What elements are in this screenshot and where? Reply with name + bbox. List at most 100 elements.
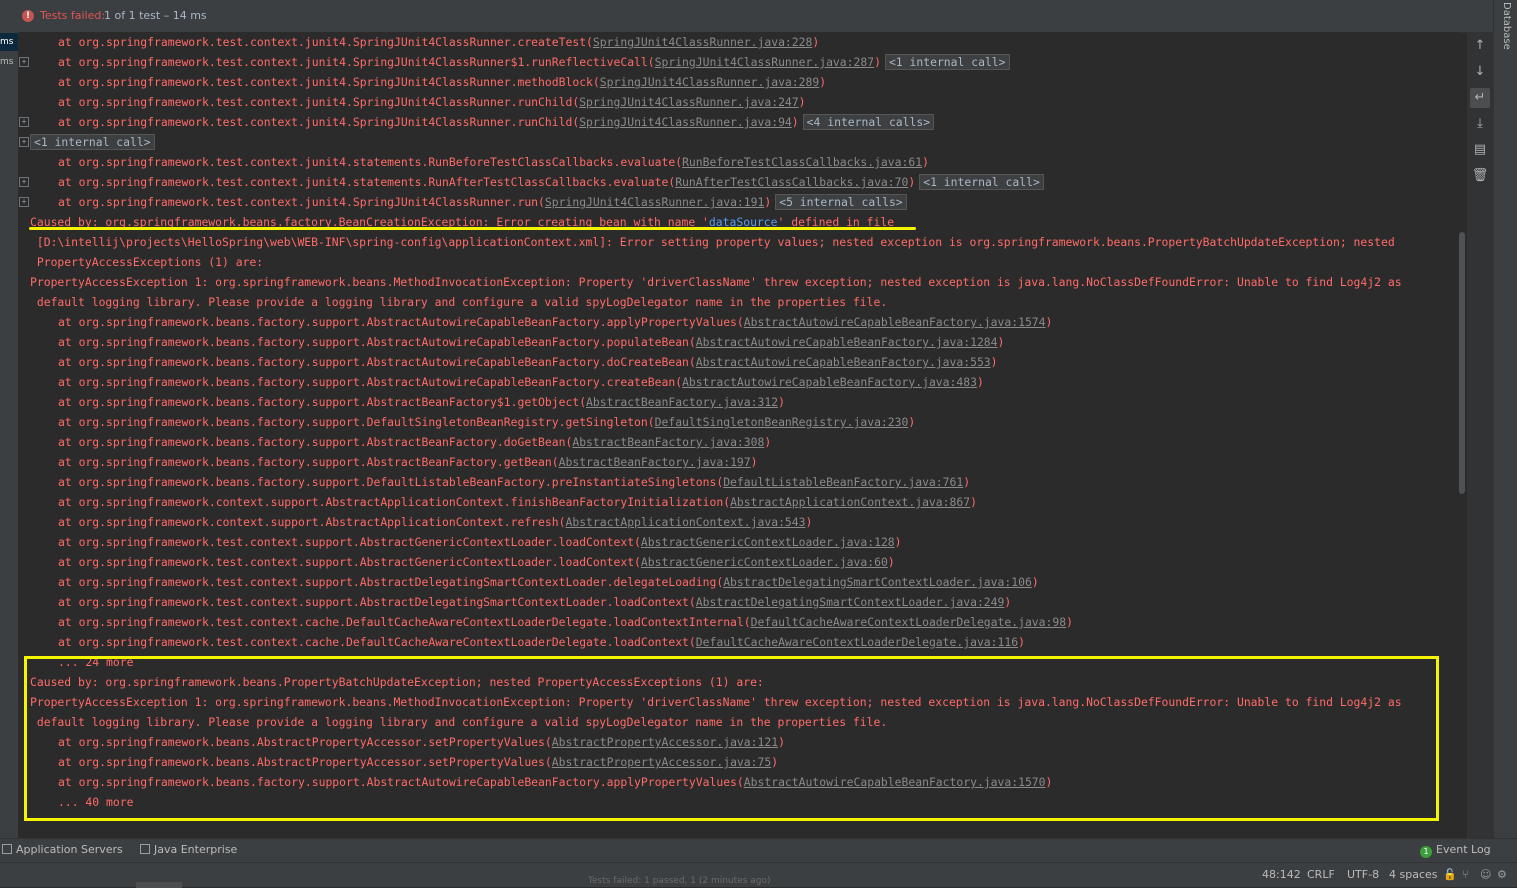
source-link[interactable]: AbstractBeanFactory.java:197 — [559, 455, 751, 469]
event-log-tab[interactable]: 1 Event Log — [1420, 843, 1491, 858]
source-link[interactable]: SpringJUnit4ClassRunner.java:191 — [545, 195, 764, 209]
up-arrow-icon[interactable]: ↑ — [1470, 36, 1490, 56]
application-servers-tab[interactable]: Application Servers — [2, 843, 123, 856]
source-link[interactable]: AbstractGenericContextLoader.java:60 — [641, 555, 888, 569]
console-text: at org.springframework.test.context.juni… — [58, 35, 593, 49]
console-text-suffix: ) — [887, 555, 895, 569]
console-text: at org.springframework.context.support.A… — [58, 515, 566, 529]
source-link[interactable]: AbstractAutowireCapableBeanFactory.java:… — [682, 375, 977, 389]
console-line: at org.springframework.test.context.supp… — [18, 552, 895, 572]
source-link[interactable]: AbstractAutowireCapableBeanFactory.java:… — [696, 335, 998, 349]
console-line: at org.springframework.test.context.supp… — [18, 532, 902, 552]
git-icon[interactable]: ⑂ — [1462, 868, 1469, 881]
internal-calls-fold[interactable]: <1 internal call> — [884, 54, 1010, 70]
console-text: at org.springframework.test.context.supp… — [58, 595, 696, 609]
source-link[interactable]: DefaultCacheAwareContextLoaderDelegate.j… — [696, 635, 1018, 649]
print-icon[interactable]: ▤ — [1470, 140, 1490, 160]
console-text-suffix: ) — [922, 155, 929, 169]
source-link[interactable]: AbstractApplicationContext.java:867 — [730, 495, 970, 509]
console-text-suffix: ) — [908, 415, 916, 429]
console-text-suffix: ) — [976, 375, 984, 389]
source-link[interactable]: AbstractDelegatingSmartContextLoader.jav… — [696, 595, 1005, 609]
console-text: at org.springframework.test.context.supp… — [58, 575, 724, 589]
console-text: at org.springframework.beans.factory.sup… — [58, 335, 696, 349]
console-text-suffix: ) — [1031, 575, 1039, 589]
internal-calls-fold[interactable]: <1 internal call> — [30, 134, 155, 150]
database-tab[interactable]: Database — [1497, 2, 1515, 54]
internal-calls-fold[interactable]: <5 internal calls> — [775, 194, 907, 210]
fold-expand-icon[interactable]: + — [19, 117, 29, 127]
server-icon — [2, 844, 12, 854]
fold-expand-icon[interactable]: + — [19, 57, 29, 67]
internal-calls-fold[interactable]: <4 internal calls> — [802, 114, 935, 130]
source-link[interactable]: RunAfterTestClassCallbacks.java:70 — [675, 175, 908, 189]
console-line: PropertyAccessExceptions (1) are: — [18, 252, 263, 272]
down-arrow-icon[interactable]: ↓ — [1470, 62, 1490, 82]
scroll-to-end-icon[interactable]: ⤓ — [1470, 114, 1490, 134]
source-link[interactable]: SpringJUnit4ClassRunner.java:94 — [579, 115, 792, 129]
console-line: [D:\intellij\projects\HelloSpring\web\WE… — [18, 232, 1395, 252]
source-link[interactable]: AbstractBeanFactory.java:312 — [586, 395, 778, 409]
test-status-bar: ! Tests failed: 1 of 1 test – 14 ms — [0, 0, 1493, 33]
source-link[interactable]: AbstractBeanFactory.java:308 — [572, 435, 764, 449]
console-line: at org.springframework.context.support.A… — [18, 492, 977, 512]
console-line: at org.springframework.test.context.juni… — [18, 152, 929, 172]
console-line: at org.springframework.test.context.cach… — [18, 632, 1025, 652]
console-text: at org.springframework.test.context.cach… — [58, 635, 696, 649]
trash-icon[interactable]: 🗑 — [1470, 166, 1490, 186]
source-link[interactable]: SpringJUnit4ClassRunner.java:289 — [600, 75, 819, 89]
source-link[interactable]: AbstractAutowireCapableBeanFactory.java:… — [744, 315, 1046, 329]
console-text: at org.springframework.beans.factory.sup… — [58, 435, 573, 449]
console-line: at org.springframework.test.context.cach… — [18, 612, 1073, 632]
test-tree-item[interactable]: ms — [0, 53, 18, 71]
internal-calls-fold[interactable]: <1 internal call> — [919, 174, 1044, 190]
java-enterprise-tab[interactable]: Java Enterprise — [140, 843, 237, 856]
test-tree-item[interactable]: ms — [0, 33, 18, 51]
fold-expand-icon[interactable]: + — [19, 177, 29, 187]
console-text-suffix: ) — [894, 535, 902, 549]
console-toolbar: ↑ ↓ ↵ ⤓ ▤ 🗑 — [1467, 32, 1493, 838]
console-line: at org.springframework.beans.factory.sup… — [18, 412, 915, 432]
line-separator[interactable]: CRLF — [1307, 868, 1335, 881]
source-link[interactable]: RunBeforeTestClassCallbacks.java:61 — [682, 155, 922, 169]
console-line: at org.springframework.beans.factory.sup… — [18, 432, 771, 452]
source-link[interactable]: SpringJUnit4ClassRunner.java:247 — [579, 95, 798, 109]
source-link[interactable]: SpringJUnit4ClassRunner.java:287 — [655, 55, 874, 69]
console-text: at org.springframework.beans.factory.sup… — [58, 455, 559, 469]
source-link[interactable]: DefaultListableBeanFactory.java:761 — [723, 475, 963, 489]
source-link[interactable]: AbstractAutowireCapableBeanFactory.java:… — [696, 355, 991, 369]
source-link[interactable]: DefaultCacheAwareContextLoaderDelegate.j… — [751, 615, 1066, 629]
fold-expand-icon[interactable]: + — [19, 197, 29, 207]
java-enterprise-icon — [140, 844, 150, 854]
soft-wrap-icon[interactable]: ↵ — [1470, 88, 1490, 108]
fold-expand-icon[interactable]: + — [19, 137, 29, 147]
console-text-suffix: ) — [1004, 595, 1012, 609]
console-text: at org.springframework.test.context.juni… — [58, 95, 580, 109]
status-bar: Tests failed: 1 passed, 1 (2 minutes ago… — [0, 862, 1517, 888]
file-encoding[interactable]: UTF-8 — [1347, 868, 1379, 881]
console-text: at org.springframework.test.context.juni… — [58, 75, 600, 89]
java-enterprise-label: Java Enterprise — [154, 843, 238, 856]
console-text: at org.springframework.test.context.juni… — [58, 195, 545, 209]
source-link[interactable]: SpringJUnit4ClassRunner.java:228 — [593, 35, 812, 49]
console-scrollbar[interactable] — [1459, 232, 1465, 494]
lock-icon[interactable]: 🔓 — [1443, 868, 1457, 881]
yellow-box-annotation — [24, 656, 1439, 821]
console-text: at org.springframework.test.context.juni… — [58, 175, 676, 189]
console-text-suffix: ) — [908, 175, 916, 189]
console-text: at org.springframework.test.context.juni… — [58, 55, 655, 69]
console-line: + at org.springframework.test.context.jun… — [18, 52, 1010, 72]
settings-icon[interactable]: ⚙ — [1497, 868, 1507, 881]
inspector-icon[interactable]: ☺ — [1480, 868, 1491, 881]
source-link[interactable]: AbstractDelegatingSmartContextLoader.jav… — [723, 575, 1032, 589]
source-link[interactable]: DefaultSingletonBeanRegistry.java:230 — [655, 415, 909, 429]
console-line: at org.springframework.beans.factory.sup… — [18, 472, 970, 492]
console-line: at org.springframework.test.context.juni… — [18, 92, 806, 112]
source-link[interactable]: AbstractGenericContextLoader.java:128 — [641, 535, 895, 549]
caret-position[interactable]: 48:142 — [1262, 868, 1301, 881]
console-text-suffix: ) — [1066, 615, 1073, 629]
source-link[interactable]: AbstractApplicationContext.java:543 — [565, 515, 805, 529]
indent-setting[interactable]: 4 spaces — [1389, 868, 1438, 881]
console-text: at org.springframework.beans.factory.sup… — [58, 475, 724, 489]
console-text: at org.springframework.beans.factory.sup… — [58, 315, 744, 329]
